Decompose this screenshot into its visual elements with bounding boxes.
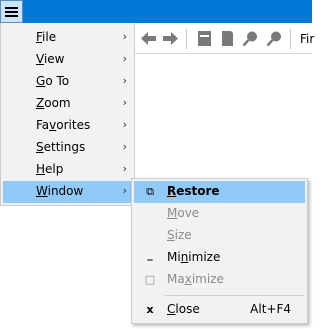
menu-item-label: Settings: [36, 140, 86, 154]
chevron-right-icon: ›: [122, 74, 127, 87]
toolbar: Fir: [135, 23, 314, 54]
menu-item-zoom[interactable]: Zoom ›: [3, 93, 133, 115]
zoom-in-icon[interactable]: [242, 30, 259, 47]
menu-item-label: File: [36, 30, 57, 44]
main-menu: File › View › Go To › Zoom › Favorites ›…: [0, 23, 135, 206]
minimize-icon: _: [147, 248, 153, 261]
chevron-right-icon: ›: [122, 52, 127, 65]
menu-item-favorites[interactable]: Favorites ›: [3, 115, 133, 137]
toolbar-separator: [186, 29, 187, 49]
menu-item-label: Help: [36, 162, 64, 176]
window-submenu: ⧉ Restore Move Size _ Minimize □ Maximiz…: [131, 178, 308, 324]
menu-item-label: Go To: [36, 74, 70, 88]
size-menu-item[interactable]: Size: [134, 225, 305, 247]
chevron-right-icon: ›: [122, 118, 127, 131]
menu-item-window[interactable]: Window ›: [3, 181, 133, 203]
maximize-icon: □: [144, 273, 156, 286]
chevron-right-icon: ›: [122, 30, 127, 43]
menu-item-label: Maximize: [167, 272, 224, 286]
restore-menu-item[interactable]: ⧉ Restore: [134, 181, 305, 203]
menu-item-label: View: [36, 52, 65, 66]
menu-item-label: Favorites: [36, 118, 91, 132]
shortcut-label: Alt+F4: [250, 302, 291, 316]
menu-item-goto[interactable]: Go To ›: [3, 71, 133, 93]
hamburger-icon: [5, 6, 18, 17]
restore-icon: ⧉: [146, 185, 154, 198]
menu-item-label: Window: [36, 184, 84, 198]
title-bar: [0, 0, 312, 23]
menu-item-help[interactable]: Help ›: [3, 159, 133, 181]
page-icon[interactable]: [196, 30, 213, 47]
menu-item-label: Restore: [167, 184, 220, 198]
close-menu-item[interactable]: x Close Alt+F4: [134, 299, 305, 321]
menu-item-label: Close: [167, 302, 200, 316]
menu-item-settings[interactable]: Settings ›: [3, 137, 133, 159]
chevron-right-icon: ›: [122, 184, 127, 197]
maximize-menu-item[interactable]: □ Maximize: [134, 269, 305, 291]
find-label[interactable]: Fir: [300, 32, 314, 46]
chevron-right-icon: ›: [122, 96, 127, 109]
menu-item-label: Minimize: [167, 250, 221, 264]
chevron-right-icon: ›: [122, 162, 127, 175]
move-menu-item[interactable]: Move: [134, 203, 305, 225]
toolbar-separator: [290, 29, 291, 49]
menu-item-label: Move: [167, 206, 200, 220]
document-icon[interactable]: [219, 30, 236, 47]
back-arrow-icon[interactable]: [140, 30, 157, 47]
menu-item-label: Zoom: [36, 96, 71, 110]
forward-arrow-icon[interactable]: [162, 30, 179, 47]
minimize-menu-item[interactable]: _ Minimize: [134, 247, 305, 269]
menu-item-view[interactable]: View ›: [3, 49, 133, 71]
menu-item-label: Size: [167, 228, 192, 242]
menu-separator: [164, 295, 304, 296]
close-icon: x: [146, 303, 154, 316]
zoom-out-icon[interactable]: [266, 30, 283, 47]
menu-button[interactable]: [0, 0, 23, 23]
menu-item-file[interactable]: File ›: [3, 27, 133, 49]
chevron-right-icon: ›: [122, 140, 127, 153]
